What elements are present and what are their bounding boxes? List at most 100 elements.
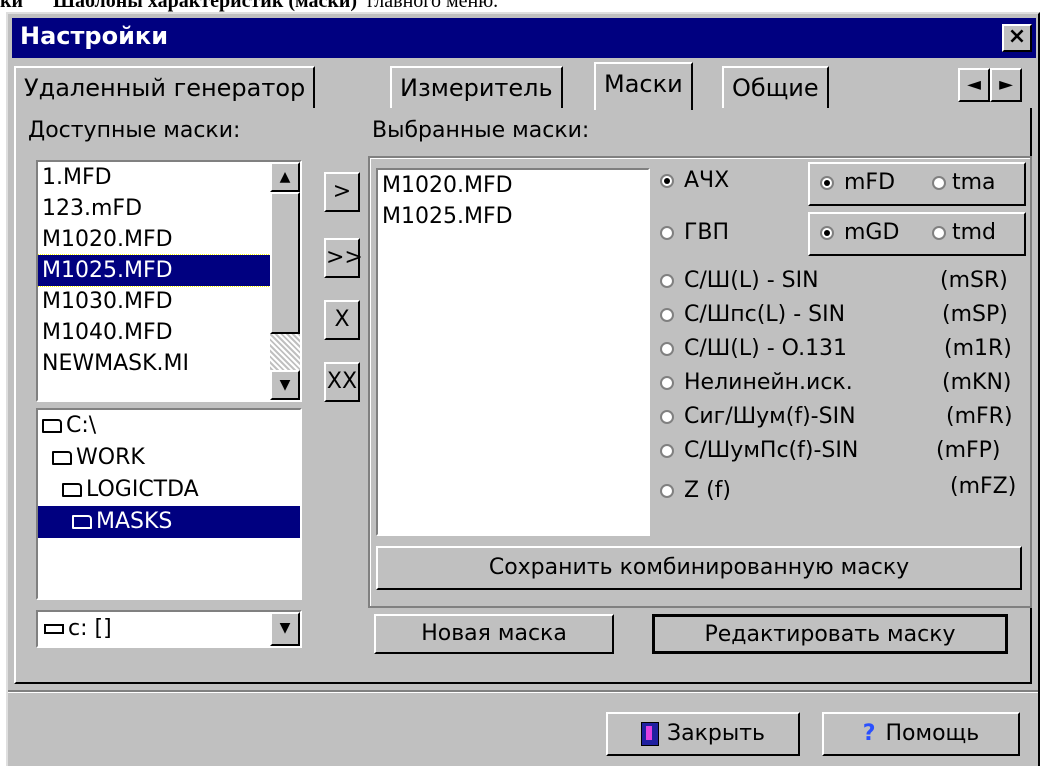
gdt-format-group: mGD tmd (808, 212, 1026, 256)
help-question-icon: ? (862, 721, 876, 746)
folder-open-icon (52, 451, 72, 465)
mask-type-code: (mKN) (942, 370, 1012, 395)
mask-type-code: (mFP) (936, 438, 1001, 463)
afc-format-group: mFD tma (808, 162, 1026, 206)
add-all-masks-button[interactable]: >> (324, 238, 363, 278)
close-button-label: Закрыть (667, 721, 765, 746)
scroll-track[interactable] (270, 334, 300, 372)
folder-open-icon (42, 419, 62, 433)
radio-icon (660, 226, 674, 240)
list-item[interactable]: M1040.MFD (38, 317, 272, 348)
directory-label: WORK (76, 445, 145, 470)
selected-masks-label: Выбранные маски: (372, 118, 590, 143)
list-item[interactable]: M1030.MFD (38, 286, 272, 317)
mask-type-radio[interactable]: С/Ш(L) - O.131 (660, 336, 847, 361)
close-button[interactable]: Закрыть (606, 712, 800, 756)
tab-masks[interactable]: Маски (594, 62, 693, 110)
afc-format-mfd-radio[interactable]: mFD (820, 170, 895, 195)
drive-value-wrap: c: [] (44, 616, 112, 641)
add-mask-button[interactable]: > (324, 172, 360, 212)
edit-mask-button[interactable]: Редактировать маску (652, 614, 1008, 654)
mask-type-gdt-radio[interactable]: ГВП (660, 220, 729, 245)
list-item[interactable]: NEWMASK.MI (38, 348, 272, 379)
close-window-button[interactable]: × (1002, 24, 1032, 52)
tab-scroll-left-button[interactable]: ◄ (958, 68, 990, 102)
scroll-thumb[interactable] (270, 192, 300, 334)
tab-remote-generator[interactable]: Удаленный генератор (14, 66, 316, 108)
gdt-format-tmd-radio[interactable]: tmd (932, 220, 996, 245)
list-item[interactable]: M1020.MFD (38, 224, 272, 255)
remove-mask-button[interactable]: X (324, 300, 360, 340)
mask-type-radio[interactable]: С/Ш(L) - SIN (660, 268, 819, 293)
selected-masks-list[interactable]: M1020.MFD M1025.MFD (376, 168, 650, 536)
dialog-footer: Закрыть ? Помощь (8, 690, 1038, 768)
scroll-up-icon[interactable]: ▲ (270, 162, 300, 192)
mask-type-label: Сиг/Шум(f)-SIN (684, 404, 856, 429)
directory-item[interactable]: LOGICTDA (38, 474, 300, 506)
radio-icon (932, 176, 946, 190)
available-masks-items: 1.MFD 123.mFD M1020.MFD M1025.MFD M1030.… (38, 162, 273, 379)
mask-type-radio[interactable]: С/ШумПс(f)-SIN (660, 438, 858, 463)
chevron-down-icon[interactable]: ▼ (270, 612, 300, 646)
tab-scroll-right-button[interactable]: ► (990, 68, 1022, 102)
radio-icon (660, 484, 674, 498)
radio-checked-icon (660, 174, 674, 188)
list-item[interactable]: 1.MFD (38, 162, 272, 193)
gdt-format-mgd-radio[interactable]: mGD (820, 220, 899, 245)
radio-icon (660, 308, 674, 322)
caption-part1: ки (0, 0, 24, 12)
mask-type-afc-radio[interactable]: АЧХ (660, 168, 729, 193)
mask-type-code: (mFR) (946, 404, 1013, 429)
directory-label: C:\ (66, 413, 97, 438)
list-item[interactable]: M1025.MFD (38, 254, 273, 287)
help-button[interactable]: ? Помощь (822, 712, 1020, 756)
caption-part2: Шаблоны характеристик (маски) (53, 0, 358, 12)
available-masks-scrollbar[interactable]: ▲ ▼ (270, 162, 300, 400)
mask-type-radio[interactable]: Z (f) (660, 478, 731, 503)
mask-type-label: С/ШумПс(f)-SIN (684, 438, 859, 463)
list-item[interactable]: M1020.MFD (378, 170, 648, 201)
mask-type-label: ГВП (684, 220, 730, 245)
list-item[interactable]: 123.mFD (38, 193, 272, 224)
drive-select[interactable]: c: [] ▼ (36, 610, 302, 648)
remove-all-masks-button[interactable]: XX (324, 362, 360, 402)
settings-window: Настройки × Удаленный генератор Измерите… (6, 12, 1040, 766)
tab-meter[interactable]: Измеритель (390, 66, 563, 108)
radio-checked-icon (820, 176, 834, 190)
directory-label: LOGICTDA (86, 477, 199, 502)
mask-type-code: (m1R) (944, 336, 1012, 361)
tab-general[interactable]: Общие (722, 66, 829, 108)
directory-item[interactable]: WORK (38, 442, 300, 474)
mask-type-radio[interactable]: С/Шпс(L) - SIN (660, 302, 845, 327)
masks-tab-panel: Доступные маски: 1.MFD 123.mFD M1020.MFD… (14, 108, 1032, 684)
mask-type-label: С/Ш(L) - O.131 (684, 336, 848, 361)
drive-value: c: [] (68, 616, 112, 641)
afc-format-label: tma (952, 170, 996, 195)
mask-type-code: (mSP) (942, 302, 1008, 327)
directory-item[interactable]: MASKS (38, 506, 300, 538)
save-combined-mask-button[interactable]: Сохранить комбинированную маску (376, 546, 1022, 590)
mask-type-radio[interactable]: Сиг/Шум(f)-SIN (660, 404, 856, 429)
mask-type-radio[interactable]: Нелинейн.иск. (660, 370, 853, 395)
directory-item[interactable]: C:\ (38, 410, 300, 442)
directory-label: MASKS (96, 509, 173, 534)
afc-format-tma-radio[interactable]: tma (932, 170, 996, 195)
caption-part3: главного меню. (367, 0, 499, 12)
mask-type-label: Нелинейн.иск. (684, 370, 853, 395)
radio-icon (660, 342, 674, 356)
available-masks-list[interactable]: 1.MFD 123.mFD M1020.MFD M1025.MFD M1030.… (36, 160, 302, 402)
new-mask-button[interactable]: Новая маска (374, 614, 614, 654)
exit-door-icon (641, 722, 659, 746)
mask-type-code: (mSR) (940, 268, 1008, 293)
folder-open-icon (62, 483, 82, 497)
folder-open-icon (72, 515, 92, 529)
mask-type-label: С/Ш(L) - SIN (684, 268, 819, 293)
list-item[interactable]: M1025.MFD (378, 201, 648, 232)
drive-icon (44, 624, 64, 634)
scroll-down-icon[interactable]: ▼ (270, 370, 300, 400)
directory-tree[interactable]: C:\ WORK LOGICTDA MASKS (36, 408, 302, 600)
mask-type-code: (mFZ) (950, 474, 1017, 499)
title-bar[interactable]: Настройки × (12, 18, 1036, 58)
radio-icon (932, 226, 946, 240)
mask-type-label: С/Шпс(L) - SIN (684, 302, 846, 327)
